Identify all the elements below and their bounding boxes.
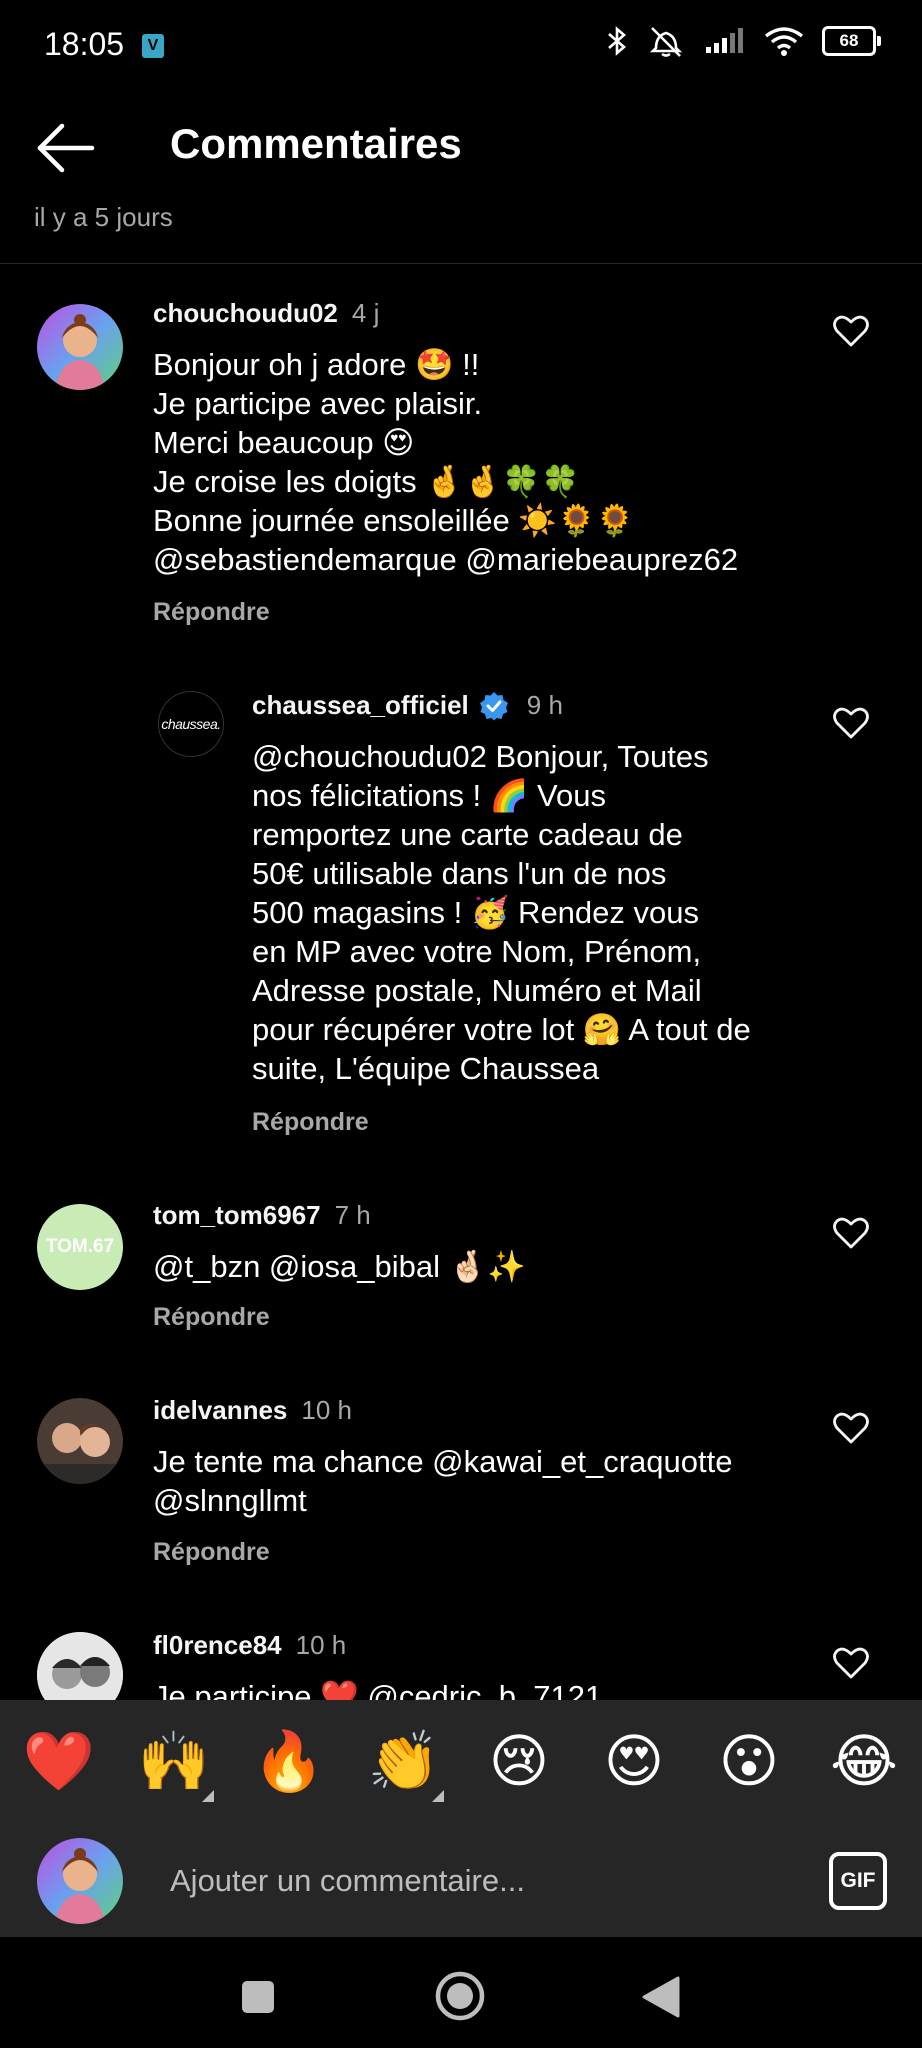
current-user-avatar (37, 1838, 123, 1924)
status-time: 18:05 (44, 26, 125, 62)
comment-text: @chouchoudu02 Bonjour, Toutes nos félici… (252, 739, 751, 1086)
comment-time: 4 j (351, 298, 380, 328)
wifi-icon (764, 27, 804, 56)
comment-text: @t_bzn @iosa_bibal 🤞🏻✨ (153, 1249, 526, 1284)
comment-input[interactable]: Ajouter un commentaire... (170, 1863, 525, 1899)
comment-username[interactable]: tom_tom6967 (153, 1200, 321, 1231)
avatar[interactable] (37, 1398, 123, 1484)
comment-username[interactable]: idelvannes (153, 1395, 287, 1426)
avatar-logo-text: chaussea. (161, 716, 221, 732)
recents-square-icon[interactable] (241, 1980, 275, 2014)
emoji-clap-button[interactable]: 👏 (364, 1730, 444, 1794)
skin-tone-indicator-icon (202, 1790, 214, 1802)
mute-vibrate-icon (649, 27, 683, 57)
heart-icon[interactable] (831, 1408, 871, 1448)
comment-time: 10 h (295, 1630, 347, 1660)
emoji-surprised-button[interactable]: 😮 (709, 1730, 789, 1794)
emoji-quick-bar: ❤️ 🙌 🔥 👏 😢 😍 😮 😂 (0, 1700, 922, 1825)
comment-time: 7 h (334, 1200, 371, 1230)
battery-icon: 68 (822, 26, 881, 56)
verified-badge-icon (479, 691, 508, 720)
emoji-laughing-button[interactable]: 😂 (824, 1730, 904, 1794)
reply-button[interactable]: Répondre (153, 598, 270, 627)
gif-button[interactable]: GIF (829, 1852, 887, 1910)
arrow-left-icon[interactable] (34, 120, 98, 176)
app-badge-icon: V (142, 34, 164, 58)
status-icons: 68 (606, 24, 881, 58)
heart-icon[interactable] (831, 703, 871, 743)
emoji-raised-hands-button[interactable]: 🙌 (134, 1730, 214, 1794)
heart-icon[interactable] (831, 311, 871, 351)
caption-time: il y a 5 jours (34, 202, 173, 232)
reply-button[interactable]: Répondre (153, 1303, 270, 1332)
page-title: Commentaires (170, 120, 462, 167)
comment-text: Je tente ma chance @kawai_et_craquotte @… (153, 1444, 733, 1518)
comment-username[interactable]: chouchoudu02 (153, 298, 338, 329)
avatar[interactable]: chaussea. (158, 691, 224, 757)
comment-time: 9 h (526, 690, 563, 720)
emoji-heart-eyes-button[interactable]: 😍 (594, 1730, 674, 1794)
bluetooth-icon (608, 26, 626, 56)
skin-tone-indicator-icon (432, 1790, 444, 1802)
heart-icon[interactable] (831, 1643, 871, 1683)
avatar-text: TOM.67 (45, 1236, 115, 1257)
heart-icon[interactable] (831, 1213, 871, 1253)
comment-username[interactable]: chaussea_officiel (252, 690, 469, 721)
back-triangle-icon[interactable] (640, 1975, 680, 2019)
comment-username[interactable]: fl0rence84 (153, 1630, 282, 1661)
signal-icon (706, 28, 743, 53)
comment-text: Bonjour oh j adore 🤩 !! Je participe ave… (153, 347, 739, 577)
header-divider (0, 263, 922, 264)
emoji-crying-button[interactable]: 😢 (479, 1730, 559, 1794)
emoji-fire-button[interactable]: 🔥 (249, 1730, 329, 1794)
system-nav-bar (0, 1937, 922, 2048)
home-circle-icon[interactable] (434, 1970, 486, 2022)
comment-time: 10 h (301, 1395, 353, 1425)
avatar[interactable]: TOM.67 (37, 1204, 123, 1290)
reply-button[interactable]: Répondre (252, 1108, 369, 1137)
avatar[interactable] (37, 304, 123, 390)
reply-button[interactable]: Répondre (153, 1538, 270, 1567)
emoji-heart-button[interactable]: ❤️ (19, 1730, 99, 1794)
